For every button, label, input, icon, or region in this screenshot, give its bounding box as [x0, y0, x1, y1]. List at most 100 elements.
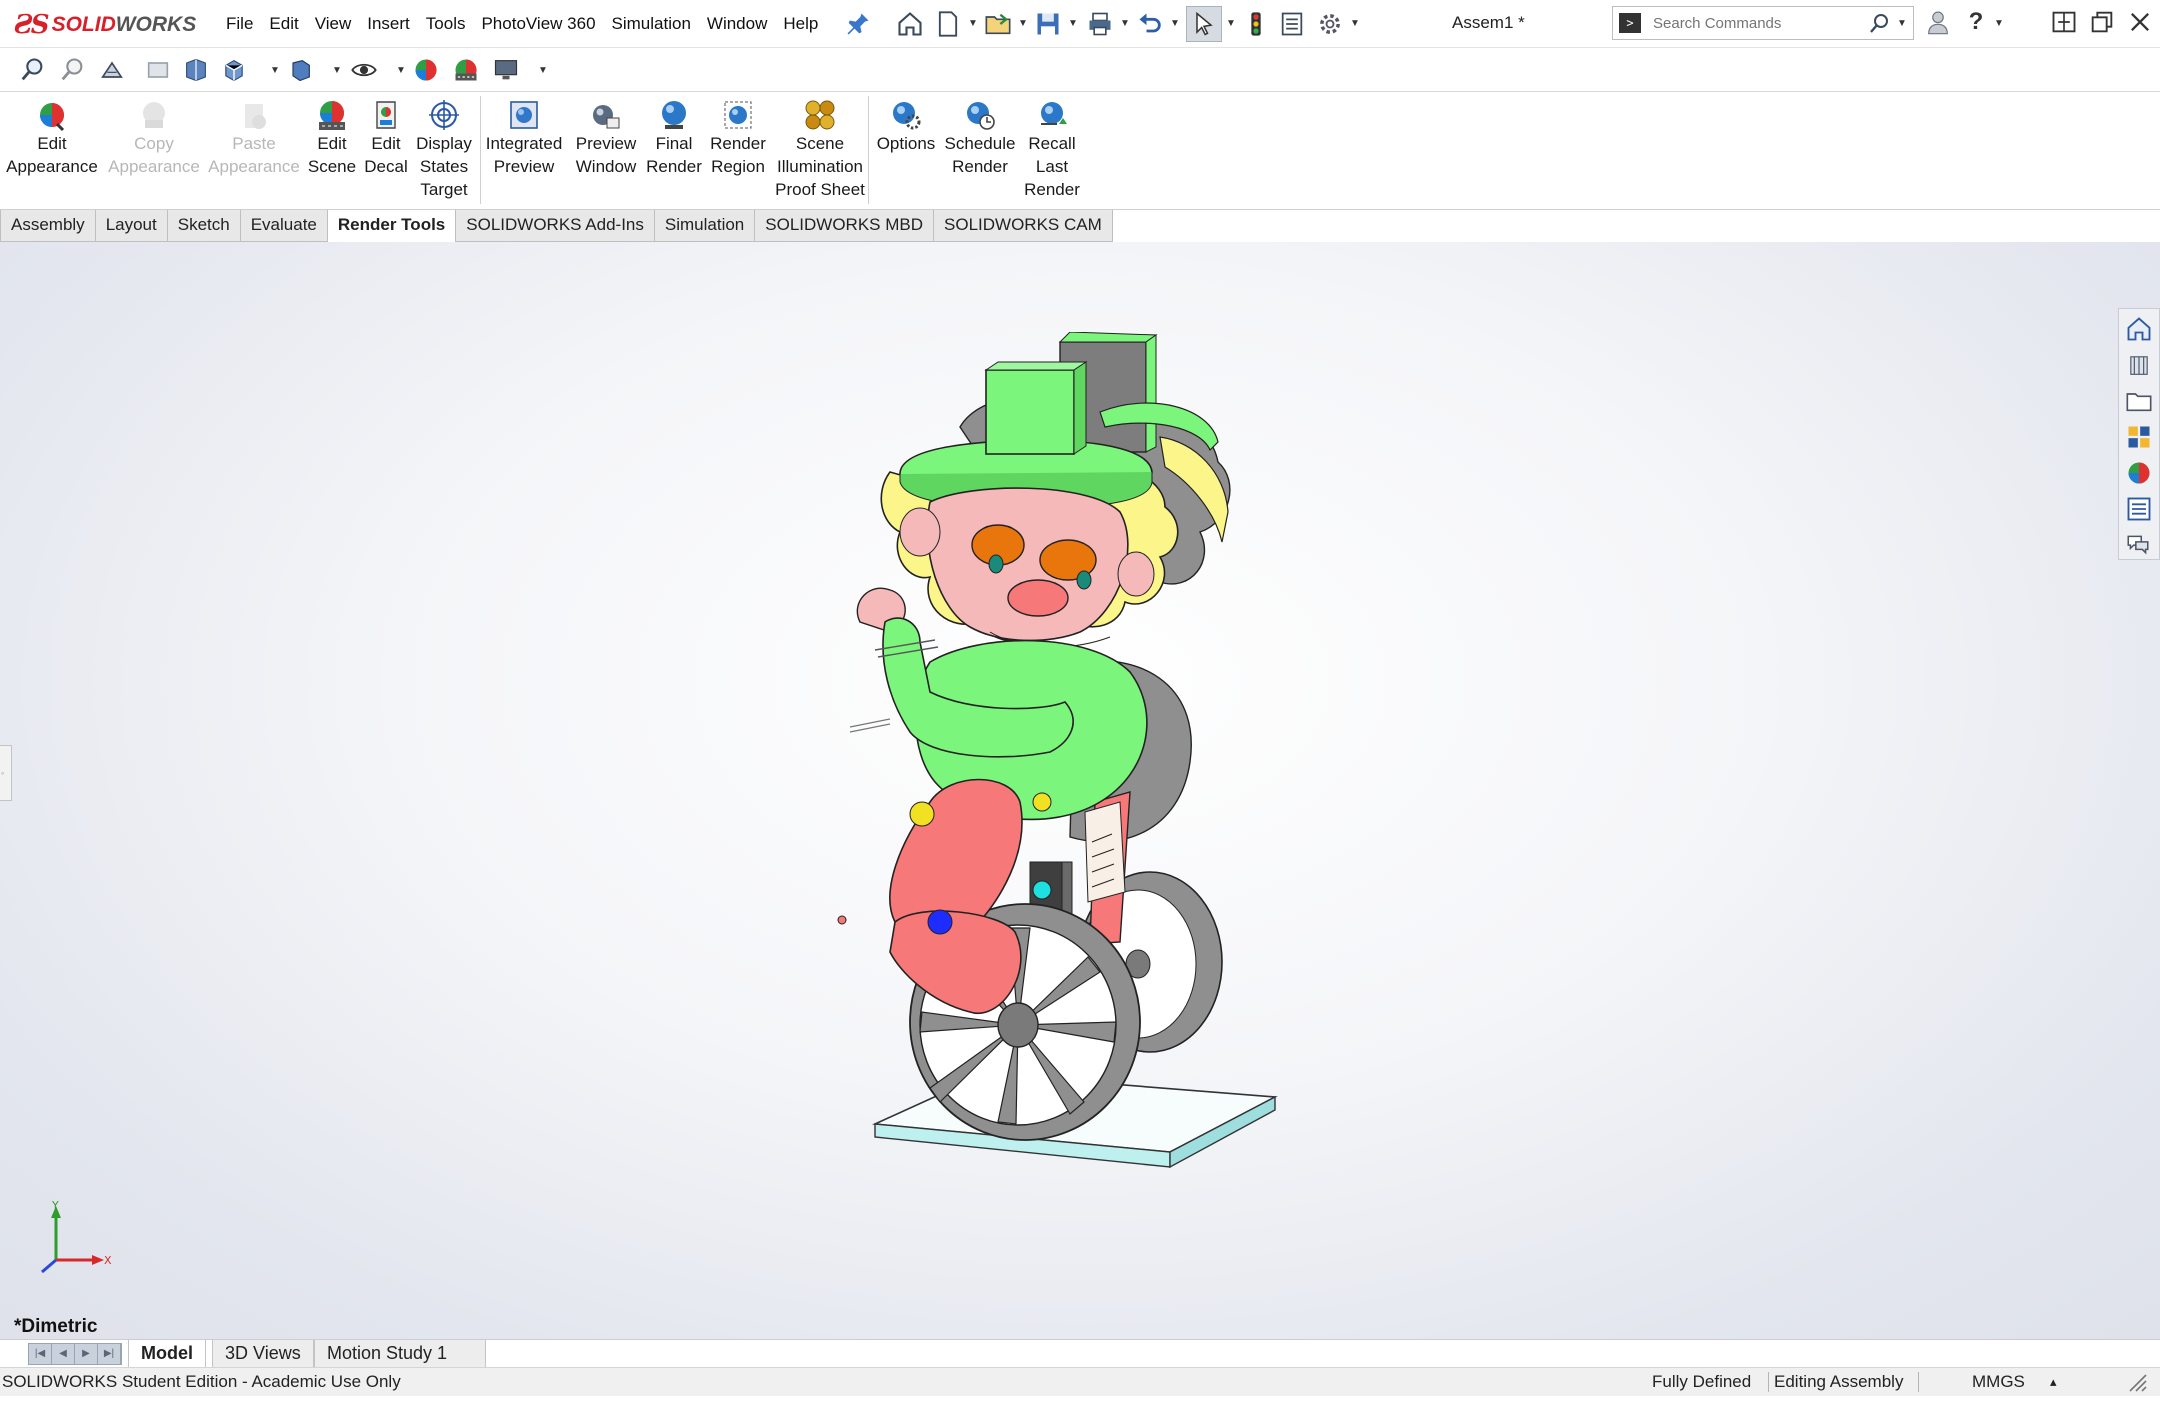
menu-tools[interactable]: Tools: [418, 14, 474, 34]
tab-solidworks-addins[interactable]: SOLIDWORKS Add-Ins: [455, 210, 655, 242]
restore-split-icon[interactable]: [2048, 6, 2080, 38]
unit-system-button[interactable]: MMGS: [1972, 1368, 2025, 1396]
tab-3d-views[interactable]: 3D Views: [212, 1340, 314, 1368]
open-dropdown-caret-icon[interactable]: ▼: [1018, 18, 1028, 29]
cmd-label-line: Copy: [134, 134, 174, 153]
select-arrow-icon[interactable]: [1186, 6, 1222, 42]
cmd-label-line: Appearance: [6, 157, 98, 176]
menu-view[interactable]: View: [307, 14, 360, 34]
tab-simulation[interactable]: Simulation: [653, 210, 756, 242]
cmd-label-line: Paste: [232, 134, 276, 153]
edit-appearance-view-icon[interactable]: [410, 54, 442, 86]
apply-scene-icon[interactable]: [450, 54, 482, 86]
search-dropdown-caret-icon[interactable]: ▼: [1897, 18, 1907, 29]
custom-properties-icon[interactable]: [2125, 495, 2153, 523]
display-style-icon[interactable]: [284, 54, 316, 86]
dynamic-annotation-views-icon[interactable]: [180, 54, 212, 86]
menu-edit[interactable]: Edit: [261, 14, 306, 34]
open-folder-icon[interactable]: [982, 8, 1014, 40]
clown-unicycle-model[interactable]: [820, 332, 1340, 1252]
select-dropdown-caret-icon[interactable]: ▼: [1226, 18, 1236, 29]
hide-show-items-icon[interactable]: [348, 54, 380, 86]
menu-bar: File Edit View Insert Tools PhotoView 36…: [218, 0, 826, 48]
cmd-recall-last-render-button[interactable]: Recall Last Render: [997, 98, 1107, 201]
user-profile-icon[interactable]: [1922, 6, 1954, 38]
print-dropdown-caret-icon[interactable]: ▼: [1120, 18, 1130, 29]
solidworks-forum-icon[interactable]: [2125, 531, 2153, 559]
tab-solidworks-cam[interactable]: SOLIDWORKS CAM: [933, 210, 1113, 242]
menu-help[interactable]: Help: [775, 14, 826, 34]
appearances-scenes-decals-icon[interactable]: [2125, 459, 2153, 487]
cmd-appearance-sphere-button[interactable]: Edit Appearance: [0, 98, 107, 178]
file-properties-icon[interactable]: [1276, 8, 1308, 40]
menu-simulation[interactable]: Simulation: [604, 14, 699, 34]
view-orientation-icon[interactable]: [218, 54, 250, 86]
tab-scroll-arrows[interactable]: |◀ ◀ ▶ ▶|: [28, 1343, 122, 1365]
display-style-caret-icon[interactable]: ▼: [332, 65, 342, 76]
save-icon[interactable]: [1032, 8, 1064, 40]
view-settings-caret-icon[interactable]: ▼: [538, 65, 548, 76]
menu-insert[interactable]: Insert: [359, 14, 418, 34]
search-commands-box[interactable]: > ▼: [1612, 6, 1914, 40]
new-dropdown-caret-icon[interactable]: ▼: [968, 18, 978, 29]
tab-sketch[interactable]: Sketch: [166, 210, 241, 242]
view-heads-up-toolbar: ▼ ▼ ▼ ▼: [0, 48, 2160, 92]
options-gear-icon[interactable]: [1314, 8, 1346, 40]
edition-status: SOLIDWORKS Student Edition - Academic Us…: [2, 1372, 401, 1391]
tab-evaluate[interactable]: Evaluate: [239, 210, 328, 242]
save-dropdown-caret-icon[interactable]: ▼: [1068, 18, 1078, 29]
undo-dropdown-caret-icon[interactable]: ▼: [1170, 18, 1180, 29]
view-palette-icon[interactable]: [2125, 423, 2153, 451]
first-tab-arrow-icon[interactable]: |◀: [29, 1344, 52, 1364]
view-settings-monitor-icon[interactable]: [490, 54, 522, 86]
previous-view-icon[interactable]: [96, 54, 128, 86]
graphics-viewport[interactable]: ◦ Y X *Dimetric: [0, 242, 2160, 1339]
integrated-preview-icon: [510, 101, 538, 129]
search-input[interactable]: [1653, 11, 1873, 35]
pin-menu-icon[interactable]: [842, 8, 874, 40]
tab-model[interactable]: Model: [128, 1340, 206, 1368]
new-document-icon[interactable]: [932, 8, 964, 40]
cmd-label-line: Target: [420, 180, 468, 199]
zoom-to-fit-icon[interactable]: [16, 54, 48, 86]
resize-grip-icon[interactable]: [2126, 1371, 2150, 1404]
next-tab-arrow-icon[interactable]: ▶: [75, 1344, 98, 1364]
file-explorer-icon[interactable]: [2125, 387, 2153, 415]
zoom-to-area-icon[interactable]: [56, 54, 88, 86]
tab-solidworks-mbd[interactable]: SOLIDWORKS MBD: [754, 210, 935, 242]
clown-face[interactable]: [899, 487, 1155, 648]
options-dropdown-caret-icon[interactable]: ▼: [1350, 18, 1360, 29]
tab-motion-study-1[interactable]: Motion Study 1: [314, 1340, 486, 1368]
rebuild-traffic-light-icon[interactable]: [1240, 8, 1272, 40]
prev-tab-arrow-icon[interactable]: ◀: [52, 1344, 75, 1364]
home-icon[interactable]: [894, 8, 926, 40]
menu-photoview[interactable]: PhotoView 360: [473, 14, 603, 34]
tab-assembly[interactable]: Assembly: [0, 210, 96, 242]
paste-appearance-icon: [245, 104, 266, 129]
command-terminal-icon: >: [1619, 13, 1641, 33]
feature-manager-collapse-handle[interactable]: ◦: [0, 745, 12, 801]
menu-window[interactable]: Window: [699, 14, 775, 34]
search-icon[interactable]: [1867, 12, 1891, 36]
print-icon[interactable]: [1084, 8, 1116, 40]
tab-render-tools[interactable]: Render Tools: [326, 210, 457, 242]
cmd-label-line: Render: [1024, 180, 1080, 199]
solidworks-logo[interactable]: ƧS SOLIDWORKS: [14, 6, 200, 44]
design-library-icon[interactable]: [2125, 351, 2153, 379]
cmd-copy-appearance-button[interactable]: Copy Appearance: [99, 98, 209, 178]
help-dropdown-caret-icon[interactable]: ▼: [1994, 18, 2004, 29]
close-window-icon[interactable]: [2124, 6, 2156, 38]
undo-icon[interactable]: [1134, 8, 1166, 40]
solidworks-resources-home-icon[interactable]: [2125, 315, 2153, 343]
last-tab-arrow-icon[interactable]: ▶|: [98, 1344, 121, 1364]
hide-show-caret-icon[interactable]: ▼: [396, 65, 406, 76]
unit-system-caret-icon[interactable]: ▴: [2050, 1368, 2057, 1396]
tab-layout[interactable]: Layout: [94, 210, 168, 242]
ds-logo-icon: ƧS: [14, 10, 50, 40]
section-view-icon[interactable]: [142, 54, 174, 86]
help-question-icon[interactable]: ?: [1960, 6, 1992, 38]
menu-file[interactable]: File: [218, 14, 261, 34]
restore-window-icon[interactable]: [2086, 6, 2118, 38]
command-manager-tabs: Assembly Layout Sketch Evaluate Render T…: [0, 210, 1113, 242]
view-orientation-caret-icon[interactable]: ▼: [270, 65, 280, 76]
